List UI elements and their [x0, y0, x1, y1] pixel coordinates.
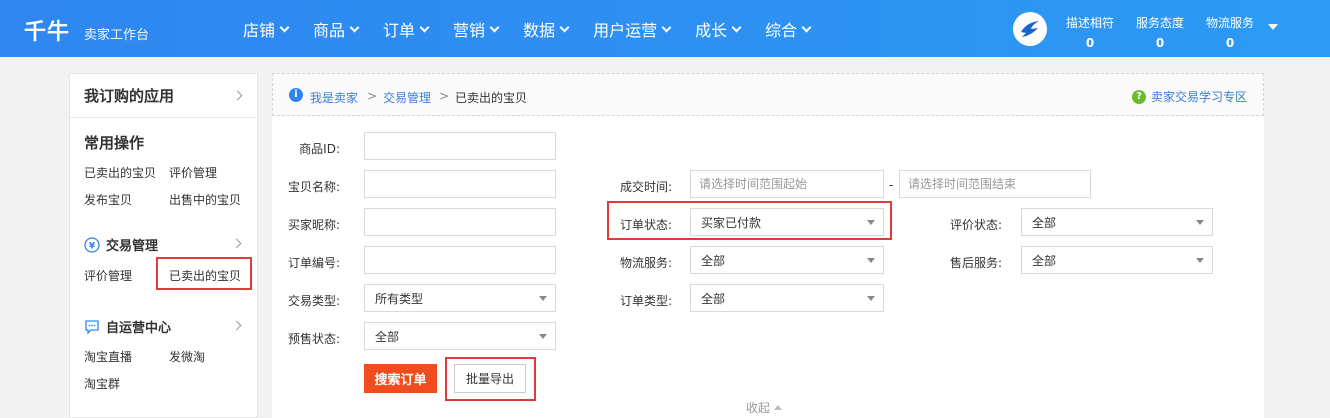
- label-order-no: 订单编号:: [287, 256, 340, 270]
- score-service: 服务态度 0: [1136, 16, 1185, 50]
- sidebar-link-sold-items[interactable]: 已卖出的宝贝: [84, 164, 156, 181]
- label-presale-status: 预售状态:: [287, 332, 340, 346]
- sidebar-link-publish[interactable]: 发布宝贝: [84, 191, 132, 208]
- main-panel: i 我是卖家 > 交易管理 > 已卖出的宝贝 ? 卖家交易学习专区 商品ID: …: [272, 73, 1264, 418]
- trade-type-select[interactable]: 所有类型: [364, 284, 556, 312]
- caret-down-icon: [539, 334, 547, 339]
- sidebar-link-weitao[interactable]: 发微淘: [169, 348, 205, 365]
- score-logistics: 物流服务 0: [1206, 16, 1255, 50]
- breadcrumb-current: 已卖出的宝贝: [455, 91, 528, 105]
- nav-marketing[interactable]: 营销: [453, 17, 500, 41]
- yen-icon: ¥: [84, 236, 100, 253]
- app-subtitle: 卖家工作台: [84, 28, 150, 43]
- label-deal-time: 成交时间:: [619, 180, 672, 194]
- collapse-toggle[interactable]: 收起: [746, 399, 783, 416]
- caret-down-icon: [1196, 258, 1204, 263]
- main-nav: 店铺 商品 订单 营销 数据 用户运营 成长 综合: [243, 17, 835, 41]
- chevron-right-icon[interactable]: [231, 238, 242, 249]
- label-order-type: 订单类型:: [619, 294, 672, 308]
- top-bar: 千牛 卖家工作台 店铺 商品 订单 营销 数据 用户运营 成长 综合 描述相符 …: [0, 0, 1330, 57]
- review-status-select[interactable]: 全部: [1021, 208, 1213, 236]
- avatar[interactable]: [1013, 12, 1047, 46]
- chevron-down-icon: [559, 22, 570, 32]
- learn-zone-link[interactable]: ? 卖家交易学习专区: [1131, 88, 1247, 105]
- caret-down-icon: [539, 296, 547, 301]
- chevron-right-icon[interactable]: [231, 320, 242, 331]
- nav-orders[interactable]: 订单: [383, 17, 430, 41]
- info-icon: i: [289, 88, 303, 102]
- label-after-sale: 售后服务:: [949, 256, 1002, 270]
- label-trade-type: 交易类型:: [287, 294, 340, 308]
- sidebar-link-group[interactable]: 淘宝群: [84, 375, 120, 392]
- presale-status-select[interactable]: 全部: [364, 322, 556, 350]
- sidebar-group-trade[interactable]: ¥ 交易管理: [84, 235, 158, 254]
- sidebar-link-reviews[interactable]: 评价管理: [169, 164, 217, 181]
- caret-down-icon[interactable]: [1268, 24, 1278, 30]
- nav-products[interactable]: 商品: [313, 17, 360, 41]
- chevron-down-icon: [801, 22, 812, 32]
- nav-user-ops[interactable]: 用户运营: [593, 17, 672, 41]
- nav-growth[interactable]: 成长: [695, 17, 742, 41]
- chevron-down-icon: [489, 22, 500, 32]
- highlight-box: [445, 357, 536, 401]
- sidebar-link-live[interactable]: 淘宝直播: [84, 348, 132, 365]
- label-product-id: 商品ID:: [299, 142, 340, 156]
- nav-store[interactable]: 店铺: [243, 17, 290, 41]
- common-ops-title: 常用操作: [84, 134, 145, 152]
- breadcrumb: i 我是卖家 > 交易管理 > 已卖出的宝贝 ? 卖家交易学习专区: [272, 73, 1264, 116]
- order-type-select[interactable]: 全部: [690, 284, 884, 312]
- breadcrumb-sep: >: [439, 89, 450, 103]
- sidebar-link-on-sale[interactable]: 出售中的宝贝: [169, 191, 241, 208]
- chevron-down-icon: [279, 22, 290, 32]
- sidebar-group-self-ops[interactable]: 自运营中心: [84, 317, 171, 336]
- caret-down-icon: [867, 258, 875, 263]
- search-orders-button[interactable]: 搜索订单: [364, 364, 437, 393]
- highlight-box: [607, 201, 892, 240]
- chevron-down-icon: [419, 22, 430, 32]
- buyer-nick-input[interactable]: [364, 208, 556, 236]
- chevron-down-icon: [661, 22, 672, 32]
- highlight-box: [156, 257, 252, 290]
- sidebar: 我订购的应用 常用操作 已卖出的宝贝 评价管理 发布宝贝 出售中的宝贝 ¥ 交易…: [69, 73, 258, 418]
- score-description: 描述相符 0: [1066, 16, 1115, 50]
- label-buyer-nick: 买家昵称:: [287, 218, 340, 232]
- range-dash: -: [889, 178, 894, 192]
- nav-general[interactable]: 综合: [765, 17, 812, 41]
- help-icon: ?: [1131, 89, 1146, 104]
- label-item-name: 宝贝名称:: [287, 180, 340, 194]
- svg-text:¥: ¥: [89, 241, 96, 251]
- label-logistics: 物流服务:: [619, 256, 672, 270]
- breadcrumb-trade[interactable]: 交易管理: [383, 89, 431, 106]
- swallow-logo-icon: [1021, 21, 1039, 37]
- logistics-select[interactable]: 全部: [690, 246, 884, 274]
- order-no-input[interactable]: [364, 246, 556, 274]
- chevron-down-icon: [349, 22, 360, 32]
- chevron-down-icon: [731, 22, 742, 32]
- product-id-input[interactable]: [364, 132, 556, 160]
- sidebar-link-trade-reviews[interactable]: 评价管理: [84, 267, 132, 284]
- deal-time-end-input[interactable]: [899, 170, 1091, 198]
- nav-data[interactable]: 数据: [523, 17, 570, 41]
- chevron-right-icon: [232, 90, 243, 101]
- breadcrumb-sep: >: [367, 89, 378, 103]
- chat-icon: [85, 319, 99, 335]
- item-name-input[interactable]: [364, 170, 556, 198]
- caret-down-icon: [1196, 220, 1204, 225]
- caret-up-icon: [774, 405, 783, 410]
- app-logo[interactable]: 千牛: [24, 14, 70, 46]
- breadcrumb-seller[interactable]: 我是卖家: [310, 89, 358, 106]
- subscribed-apps-header[interactable]: 我订购的应用: [70, 74, 257, 118]
- after-sale-select[interactable]: 全部: [1021, 246, 1213, 274]
- label-review-status: 评价状态:: [949, 218, 1002, 232]
- caret-down-icon: [867, 296, 875, 301]
- deal-time-start-input[interactable]: [690, 170, 884, 198]
